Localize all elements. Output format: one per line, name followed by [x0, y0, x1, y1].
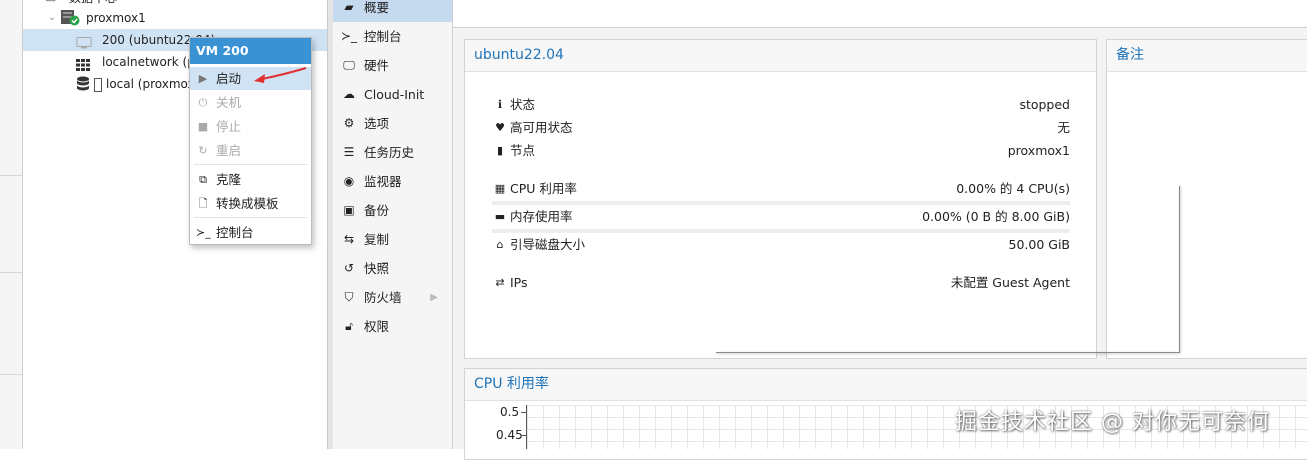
menu-item-clone[interactable]: ⧉ 克隆 — [190, 168, 311, 191]
menu-item-reboot[interactable]: ↻ 重启 — [190, 139, 311, 162]
shield-icon: ⛉ — [344, 290, 354, 304]
notes-panel: 备注 — [1106, 39, 1307, 359]
tree-item-label: localnetwork (p — [102, 55, 195, 69]
shadow-edge — [1179, 186, 1180, 353]
unlock-icon: 🔓︎ — [345, 319, 353, 333]
history-icon: ↺ — [343, 261, 355, 275]
nav-item-console[interactable]: ≻_ 控制台 — [333, 22, 452, 51]
ips-row: ⇄ IPs 未配置 Guest Agent — [492, 272, 1070, 294]
play-icon: ▶ — [198, 72, 208, 85]
list-icon: ☰ — [343, 145, 355, 159]
notes-panel-title: 备注 — [1107, 40, 1307, 72]
vm-nav: ▰ 概要 ≻_ 控制台 🖵 硬件 ☁ Cloud-Init ⚙ 选项 ☰ 任务历… — [333, 0, 453, 449]
watermark: 掘金技术社区 @ 对你无可奈何 — [955, 410, 1270, 435]
chevron-down-icon[interactable]: ⌄ — [48, 7, 56, 29]
refresh-icon: ↻ — [198, 144, 208, 157]
menu-item-stop[interactable]: ■ 停止 — [190, 115, 311, 138]
context-menu-title: VM 200 — [190, 38, 311, 64]
tree-item-node[interactable]: ⌄ proxmox1 — [23, 7, 327, 29]
book-icon: ▰ — [344, 0, 354, 14]
cpu-usage-row: ▦ CPU 利用率 0.00% 的 4 CPU(s) — [492, 178, 1070, 200]
memory-icon: ▬ — [494, 210, 506, 223]
memory-usage-bar — [492, 229, 1070, 233]
gear-icon: ⚙ — [343, 116, 355, 130]
menu-item-console[interactable]: ≻_ 控制台 — [190, 221, 311, 244]
nav-item-backup[interactable]: ▣ 备份 — [333, 196, 452, 225]
cpu-usage-bar — [492, 201, 1070, 205]
file-icon: 🗋 — [198, 197, 208, 210]
exchange-icon: ⇄ — [495, 276, 505, 289]
tree-item-label: proxmox1 — [86, 11, 146, 25]
menu-item-shutdown[interactable]: ⏻ 关机 — [190, 91, 311, 114]
cpu-icon: ▦ — [494, 182, 506, 195]
cloud-icon: ☁ — [343, 87, 355, 101]
menu-separator — [194, 217, 307, 218]
left-strip — [0, 0, 23, 449]
nav-item-snapshots[interactable]: ↺ 快照 — [333, 254, 452, 283]
nav-item-firewall[interactable]: ⛉ 防火墙 ▶ — [333, 283, 452, 312]
y-tick-mark — [521, 412, 526, 413]
database-icon — [76, 76, 90, 99]
boot-disk-row: ⌂ 引导磁盘大小 50.00 GiB — [492, 234, 1071, 256]
y-tick-label: 0.45 — [496, 428, 523, 442]
nav-item-options[interactable]: ⚙ 选项 — [333, 109, 452, 138]
retweet-icon: ⇆ — [343, 232, 355, 246]
hdd-icon: ⌂ — [496, 238, 504, 251]
status-panel-title: ubuntu22.04 — [465, 40, 1096, 72]
power-icon: ⏻ — [198, 96, 208, 109]
nav-item-hardware[interactable]: 🖵 硬件 — [333, 51, 452, 80]
nav-item-monitor[interactable]: ◉ 监视器 — [333, 167, 452, 196]
tree-item-label: local (proxmox — [106, 77, 195, 91]
nav-item-summary[interactable]: ▰ 概要 — [333, 0, 452, 22]
clone-icon: ⧉ — [199, 173, 207, 186]
info-icon: ℹ — [497, 98, 503, 111]
desktop-icon: 🖵 — [343, 58, 355, 72]
cpu-chart-title: CPU 利用率 — [465, 369, 1307, 401]
floppy-icon: ▣ — [343, 203, 355, 217]
node-row: ▮ 节点 proxmox1 — [492, 140, 1070, 162]
stop-icon: ■ — [197, 120, 209, 133]
nav-item-task-history[interactable]: ☰ 任务历史 — [333, 138, 452, 167]
nav-item-cloud-init[interactable]: ☁ Cloud-Init — [333, 80, 452, 109]
y-tick-label: 0.5 — [500, 405, 520, 419]
terminal-icon: ≻_ — [196, 226, 211, 239]
eye-icon: ◉ — [343, 174, 355, 188]
content-toolbar — [453, 0, 1307, 28]
status-panel: ubuntu22.04 ℹ 状态 stopped ♥ 高可用状态 无 ▮ 节点 … — [464, 39, 1097, 359]
memory-usage-row: ▬ 内存使用率 0.00% (0 B 的 8.00 GiB) — [492, 206, 1070, 228]
annotation-arrow-icon — [254, 67, 307, 83]
nav-item-replication[interactable]: ⇆ 复制 — [333, 225, 452, 254]
terminal-icon: ≻_ — [341, 29, 358, 43]
menu-item-convert-template[interactable]: 🗋 转换成模板 — [190, 192, 311, 215]
nav-item-permissions[interactable]: 🔓︎ 权限 — [333, 312, 452, 341]
shadow-edge — [716, 352, 1180, 353]
heartbeat-icon: ♥ — [495, 121, 505, 134]
chevron-right-icon: ▶ — [430, 292, 438, 303]
ha-status-row: ♥ 高可用状态 无 — [492, 117, 1070, 139]
y-tick-mark — [521, 435, 526, 436]
status-row: ℹ 状态 stopped — [492, 94, 1070, 116]
server-icon: ▮ — [496, 144, 504, 157]
status-box-icon — [94, 77, 102, 99]
menu-separator — [194, 164, 307, 165]
